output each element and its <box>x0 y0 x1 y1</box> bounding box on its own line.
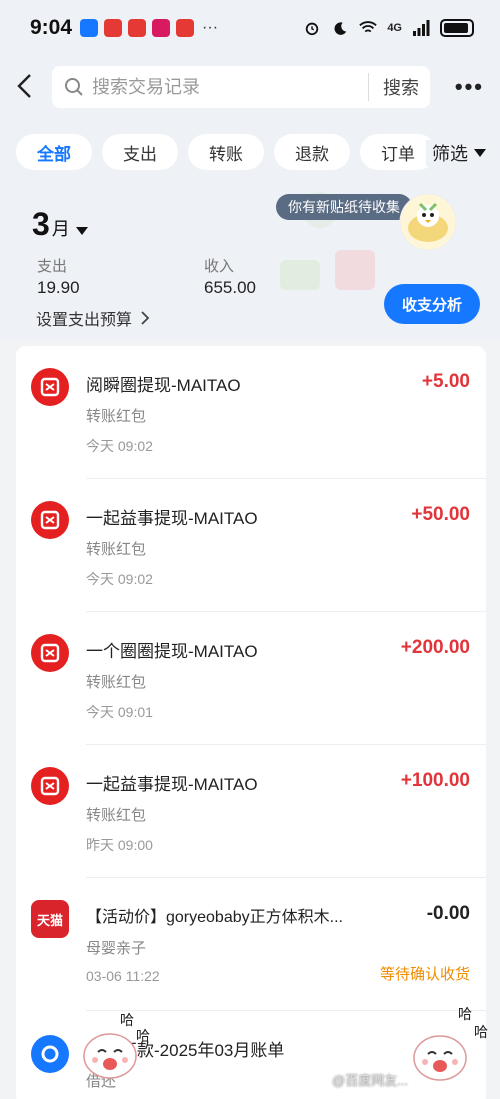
transaction-category: 转账红包 <box>86 674 147 691</box>
transaction-title: 【活动价】goryeobaby正方体积木... <box>86 909 343 926</box>
transaction-item[interactable]: 阅瞬圈提现-MAITAO 转账红包 今天 09:02 +5.00 <box>16 346 486 479</box>
tmall-icon: 天猫 <box>31 900 69 938</box>
sticker-mascot-image[interactable] <box>398 192 458 252</box>
search-icon <box>65 78 83 96</box>
transaction-category: 转账红包 <box>86 408 147 425</box>
red-envelope-icon <box>31 767 69 805</box>
transaction-category: 母婴亲子 <box>86 940 147 957</box>
month-selector[interactable]: 3 月 <box>32 206 88 243</box>
tab-expense[interactable]: 支出 <box>102 134 178 170</box>
income-label: 收入 <box>204 258 235 275</box>
transaction-time: 今天 09:02 <box>86 571 153 587</box>
app-notification-icon <box>152 19 171 37</box>
transaction-item[interactable]: 一个圈圈提现-MAITAO 转账红包 今天 09:01 +200.00 <box>16 612 486 745</box>
tab-transfer[interactable]: 转账 <box>188 134 264 170</box>
wifi-icon <box>359 21 378 33</box>
more-notifications-indicator: ··· <box>202 19 219 36</box>
tab-refund[interactable]: 退款 <box>274 134 350 170</box>
transaction-amount: +50.00 <box>411 504 470 525</box>
transaction-time: 今天 09:01 <box>86 704 153 720</box>
header: 搜索 ••• <box>0 62 500 110</box>
set-budget-link[interactable]: 设置支出预算 <box>36 306 150 330</box>
app-notification-icon <box>128 19 147 37</box>
transaction-amount: +5.00 <box>421 371 470 392</box>
filter-tabs: 全部 支出 转账 退款 订单 <box>16 134 436 170</box>
tab-order[interactable]: 订单 <box>360 134 436 170</box>
transaction-title: 一起益事提现-MAITAO <box>86 775 258 794</box>
search-button[interactable]: 搜索 <box>383 74 419 100</box>
notification-icons <box>80 19 195 37</box>
transaction-title: 阅瞬圈提现-MAITAO <box>86 376 241 395</box>
red-envelope-icon <box>31 368 69 406</box>
expense-label: 支出 <box>37 258 68 275</box>
income-expense-analysis-button[interactable]: 收支分析 <box>384 284 480 324</box>
app-notification-icon <box>176 19 195 37</box>
battery-icon <box>440 19 474 37</box>
income-value: 655.00 <box>204 278 256 297</box>
search-bar[interactable]: 搜索 <box>52 66 430 108</box>
search-divider <box>368 73 369 101</box>
search-input[interactable] <box>92 76 362 98</box>
transaction-title: 一个圈圈提现-MAITAO <box>86 642 258 661</box>
watermark: @百度网友... <box>332 1073 409 1088</box>
mascot-text: 哈 <box>120 1012 134 1028</box>
transaction-amount: +200.00 <box>400 637 470 658</box>
month-number: 3 <box>32 206 50 242</box>
tab-all[interactable]: 全部 <box>16 134 92 170</box>
transaction-category: 转账红包 <box>86 541 147 558</box>
transaction-item[interactable]: 一起益事提现-MAITAO 转账红包 昨天 09:00 +100.00 <box>16 745 486 878</box>
transaction-title: 一起益事提现-MAITAO <box>86 509 258 528</box>
transaction-item[interactable]: 一起益事提现-MAITAO 转账红包 今天 09:02 +50.00 <box>16 479 486 612</box>
transaction-amount: +100.00 <box>400 770 470 791</box>
transaction-item[interactable]: 天猫 【活动价】goryeobaby正方体积木... 母婴亲子 03-06 11… <box>16 878 486 1011</box>
red-envelope-icon <box>31 634 69 672</box>
status-time: 9:04 <box>30 16 73 39</box>
mascot-text: 哈 <box>474 1024 488 1040</box>
status-bar: 9:04 ··· 4G <box>0 0 500 56</box>
set-budget-label: 设置支出预算 <box>36 312 133 329</box>
alipay-notification-icon <box>80 19 99 37</box>
transaction-status: 等待确认收货 <box>379 966 470 983</box>
back-button[interactable] <box>0 62 50 110</box>
transaction-time: 昨天 09:00 <box>86 837 153 853</box>
transaction-time: 今天 09:02 <box>86 438 153 454</box>
caret-down-icon <box>75 227 88 235</box>
network-type-label: 4G <box>387 22 402 34</box>
alarm-icon <box>306 22 319 36</box>
repayment-icon <box>31 1035 69 1073</box>
filter-label: 筛选 <box>432 144 468 164</box>
more-options-button[interactable]: ••• <box>455 74 484 100</box>
mascot-text: 哈 <box>136 1028 150 1044</box>
month-unit: 月 <box>51 219 70 239</box>
decorative-background-illustration <box>280 192 375 290</box>
caret-down-icon <box>474 149 486 157</box>
signal-icon <box>413 20 430 36</box>
transaction-category: 转账红包 <box>86 807 147 824</box>
back-arrow-icon <box>17 74 31 98</box>
transaction-time: 03-06 11:22 <box>86 968 160 984</box>
mascot-text: 哈 <box>458 1006 472 1022</box>
app-notification-icon <box>104 19 123 37</box>
laughing-mascot-sticker <box>413 1035 467 1081</box>
filter-button[interactable]: 筛选 <box>426 140 486 166</box>
red-envelope-icon <box>31 501 69 539</box>
expense-value: 19.90 <box>37 278 80 297</box>
moon-icon <box>334 22 347 35</box>
sticker-notice[interactable]: 你有新贴纸待收集 <box>276 194 412 220</box>
transaction-amount: -0.00 <box>426 903 470 924</box>
transaction-list: 阅瞬圈提现-MAITAO 转账红包 今天 09:02 +5.00 一起益事提现-… <box>16 346 486 1099</box>
chevron-right-icon <box>141 311 150 325</box>
